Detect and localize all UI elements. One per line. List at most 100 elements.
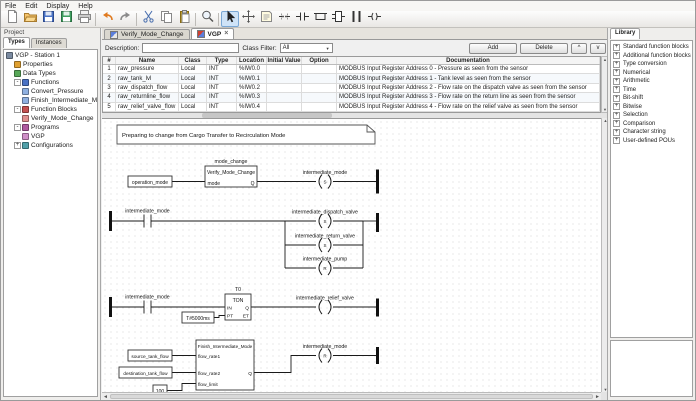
table-cell[interactable]: MODBUS Input Register Address 4 - Flow r… [337,102,600,112]
scrollbar-thumb[interactable] [109,394,594,399]
expand-icon[interactable]: + [613,128,620,136]
table-cell[interactable] [267,65,302,74]
table-cell[interactable]: MODBUS Input Register Address 2 - Flow r… [337,83,600,93]
table-cell[interactable]: raw_relief_valve_flow [116,102,179,112]
table-cell[interactable] [302,83,337,93]
table-cell[interactable]: 3 [103,83,116,93]
expand-icon[interactable]: + [613,120,620,128]
ld-coil[interactable]: intermediate_mode R [303,344,348,363]
ld-variable[interactable]: destination_tank_flow [118,366,173,379]
table-cell[interactable] [267,74,302,83]
tree-item-finish-intermediate-mode[interactable]: Finish_Intermediate_Mode [4,96,97,105]
description-input[interactable] [142,43,240,53]
table-cell[interactable] [267,83,302,93]
library-item-comparison[interactable]: + Comparison [611,120,692,129]
ld-coil[interactable]: intermediate_relief_valve [296,296,354,315]
toolbar-search-button[interactable] [198,10,216,27]
expand-icon[interactable]: + [613,103,620,111]
expand-icon[interactable]: + [613,60,620,68]
table-cell[interactable] [302,74,337,83]
ld-variable[interactable]: operation_mode [127,175,173,188]
ld-contact[interactable]: intermediate_mode [125,209,170,228]
library-item-bit-shift[interactable]: + Bit-shift [611,94,692,103]
expand-icon[interactable]: + [613,69,620,77]
scroll-left-icon[interactable]: ◄ [103,394,108,400]
table-cell[interactable]: INT [207,93,237,102]
ld-coil[interactable]: intermediate_mode S [303,170,348,189]
table-cell[interactable]: %IW0.0 [237,65,267,74]
toolbar-redo-button[interactable] [116,11,134,27]
table-cell[interactable] [302,65,337,74]
move-up-button[interactable]: ^ [571,42,587,54]
tab-verify-mode-change[interactable]: Verify_Mode_Change [104,29,190,39]
library-item-standard-function-blocks[interactable]: + Standard function blocks [611,43,692,52]
table-cell[interactable]: raw_tank_lvl [116,74,179,83]
tree-item-verify-mode-change[interactable]: Verify_Mode_Change [4,114,97,123]
expand-icon[interactable]: + [613,111,620,119]
table-cell[interactable]: Local [179,74,207,83]
ld-comment[interactable]: Preparing to change from Cargo Transfer … [116,124,376,145]
ld-variable[interactable]: 100 [152,384,168,392]
ld-block[interactable]: mode_change Verify_Mode_Changemode Q [204,159,258,188]
tree-item-configurations[interactable]: + Configurations [4,141,97,150]
ld-block[interactable]: Finish_Intermediate_Mode flow_rate1 flow_r… [195,339,255,391]
toolbar-print-button[interactable] [75,10,93,27]
tree-item-data-types[interactable]: Data Types [4,69,97,78]
toolbar-paste-button[interactable] [175,10,193,27]
move-down-button[interactable]: v [590,42,606,54]
table-cell[interactable]: 1 [103,65,116,74]
tree-item-functions[interactable]: - Functions [4,78,97,87]
expand-icon[interactable]: + [613,94,620,102]
toolbar-new-file-button[interactable] [3,10,21,27]
table-cell[interactable]: 2 [103,74,116,83]
table-cell[interactable]: raw_dispatch_flow [116,83,179,93]
tab-types[interactable]: Types [3,37,30,48]
table-cell[interactable]: raw_returnline_flow [116,93,179,102]
library-item-arithmetic[interactable]: + Arithmetic [611,77,692,86]
table-cell[interactable]: 4 [103,93,116,102]
table-cell[interactable]: %IW0.1 [237,74,267,83]
table-cell[interactable] [302,102,337,112]
table-cell[interactable]: INT [207,65,237,74]
library-item-time[interactable]: + Time [611,86,692,95]
toolbar-copy-button[interactable] [157,11,175,27]
table-cell[interactable]: Local [179,65,207,74]
toolbar-contact-tool-button[interactable] [293,11,311,27]
ld-variable[interactable]: source_tank_flow [127,349,173,362]
toolbar-open-project-button[interactable] [21,11,39,27]
toolbar-connection-tool-button[interactable] [275,11,293,27]
ld-variable[interactable]: T#5000ms [181,311,215,324]
toolbar-power-rail-tool-button[interactable] [347,11,365,27]
expand-icon[interactable]: + [14,142,21,149]
toolbar-save-button[interactable] [39,11,57,27]
library-item-numerical[interactable]: + Numerical [611,69,692,78]
table-cell[interactable]: %IW0.2 [237,83,267,93]
class-filter-dropdown[interactable]: All ▼ [279,43,333,53]
toolbar-branch-tool-button[interactable] [311,11,329,27]
tab-instances[interactable]: Instances [30,38,67,48]
table-cell[interactable]: Local [179,102,207,112]
expand-icon[interactable]: + [613,137,620,145]
table-cell[interactable] [267,102,302,112]
add-button[interactable]: Add [469,42,517,54]
table-cell[interactable]: INT [207,83,237,93]
library-item-bitwise[interactable]: + Bitwise [611,103,692,112]
tree-item-function-blocks[interactable]: - Function Blocks [4,105,97,114]
tree-item-vgp-station-1[interactable]: VGP - Station 1 [4,51,97,60]
table-cell[interactable]: MODBUS Input Register Address 3 - Flow r… [337,93,600,102]
toolbar-coil-tool-button[interactable] [365,11,383,27]
table-cell[interactable] [267,93,302,102]
library-item-user-defined-pous[interactable]: + User-defined POUs [611,137,692,146]
toolbar-block-tool-button[interactable] [329,11,347,27]
collapse-icon[interactable]: - [14,124,21,131]
ld-block[interactable]: T0 TONIN PT Q ET [224,287,252,321]
ld-coil[interactable]: intermediate_pump R [303,257,348,276]
table-cell[interactable]: 5 [103,102,116,112]
library-item-type-conversion[interactable]: + Type conversion [611,60,692,69]
expand-icon[interactable]: + [613,77,620,85]
toolbar-save-as-button[interactable] [57,11,75,27]
expand-icon[interactable]: + [613,43,620,51]
library-item-selection[interactable]: + Selection [611,111,692,120]
table-cell[interactable]: Local [179,93,207,102]
library-tab[interactable]: Library [610,28,641,39]
